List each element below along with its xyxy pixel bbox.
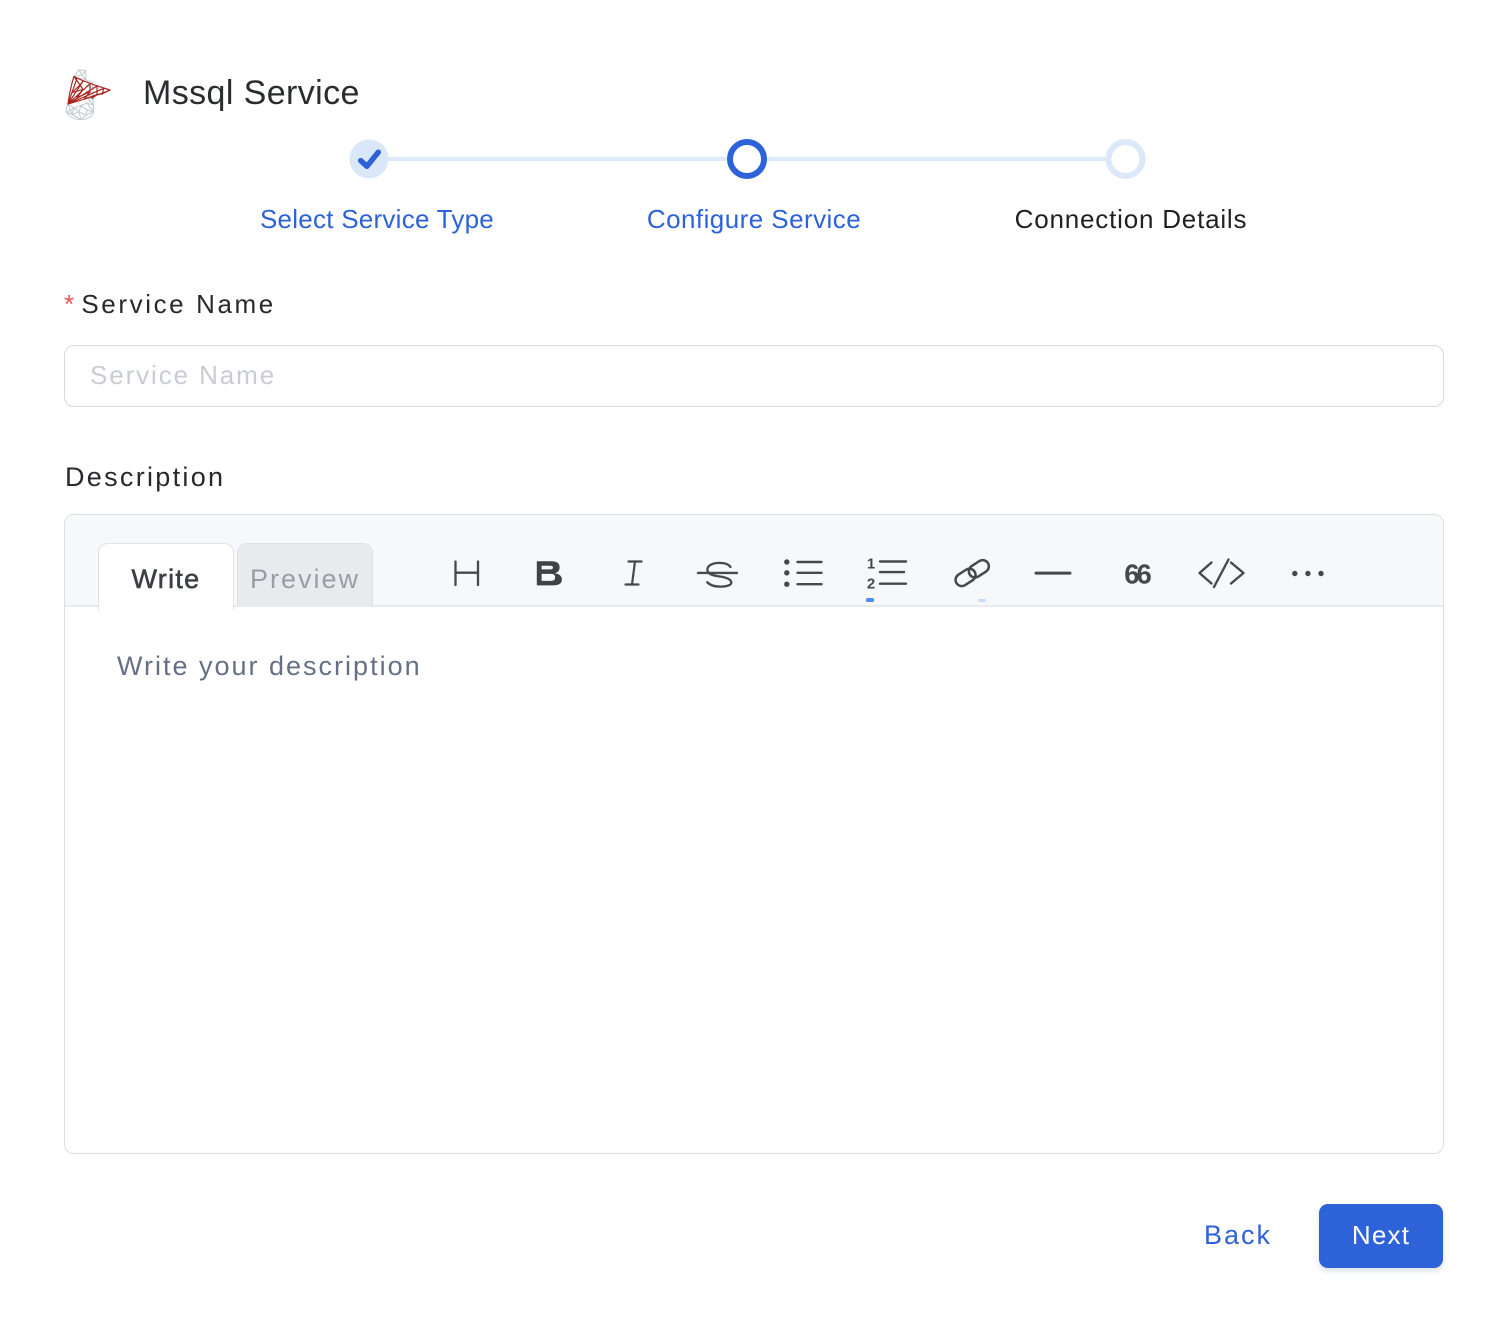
svg-text:1: 1 xyxy=(867,555,875,572)
svg-text:2: 2 xyxy=(867,576,875,593)
svg-text:66: 66 xyxy=(1124,559,1152,590)
